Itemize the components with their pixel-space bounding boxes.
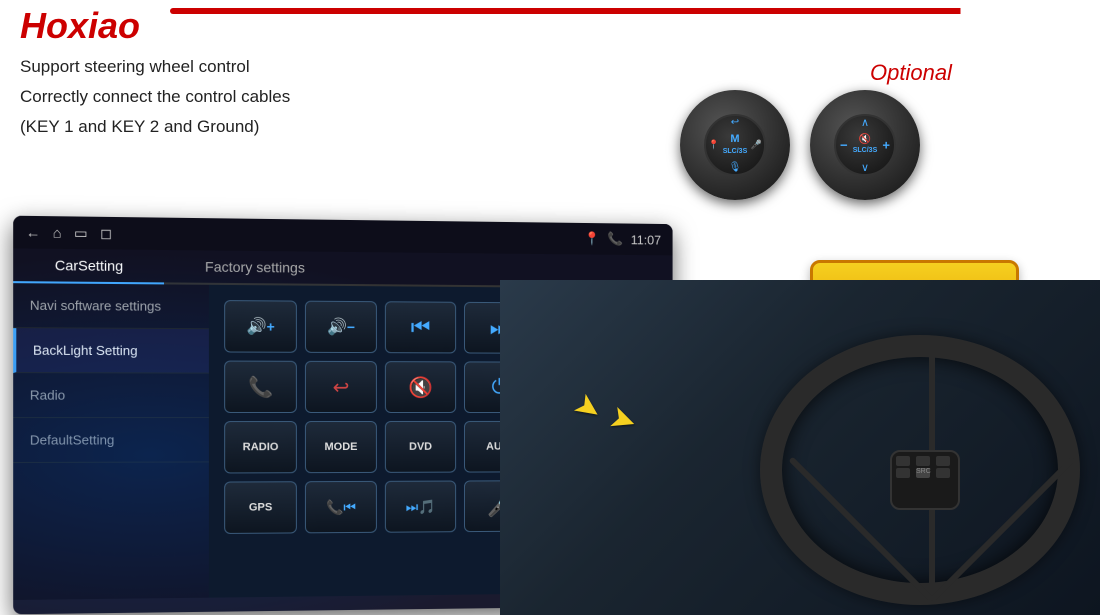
remote-controllers: MSLC/3S ↩ 🎙 📍 🎤 🔇SLC/3S ∧ ∨ − [680,90,920,200]
controller-2-inner: 🔇SLC/3S ∧ ∨ − + [834,114,896,176]
btn-gps[interactable]: GPS [224,481,297,534]
steering-wheel-container: SRC [500,280,1100,615]
tab-factory-settings[interactable]: Factory settings [164,250,345,286]
sw-hub-btn [896,456,910,466]
btn-prev-track[interactable]: ⏮ [385,301,456,353]
sw-hub-btn [936,468,950,478]
status-right: 📍 📞 11:07 [584,231,661,248]
recents-icon[interactable]: ▭ [74,224,88,241]
menu-backlight[interactable]: BackLight Setting [13,328,209,373]
controller-1: MSLC/3S ↩ 🎙 📍 🎤 [680,90,790,200]
btn-hangup[interactable]: ↩ [305,361,377,413]
controller-2: 🔇SLC/3S ∧ ∨ − + [810,90,920,200]
sw-hub-btn [916,456,930,466]
tab-carsetting[interactable]: CarSetting [13,248,164,284]
menu-navi-software[interactable]: Navi software settings [13,283,209,329]
btn-mute[interactable]: 🔇 [385,361,456,413]
sw-hub: SRC [890,450,960,510]
top-progress-bar [170,8,1100,14]
btn-next-call[interactable]: ⏭🎵 [385,481,456,533]
window-icon[interactable]: ◻ [100,224,112,241]
status-icons: ← ⌂ ▭ ◻ [26,224,112,242]
location-icon: 📍 [584,231,600,247]
btn-prev-call[interactable]: 📞⏮ [305,481,377,533]
btn-vol-down[interactable]: 🔊− [305,301,377,353]
time-display: 11:07 [631,232,661,247]
phone-icon: 📞 [607,231,623,247]
btn-mode[interactable]: MODE [305,421,377,473]
sw-hub-btn [936,456,950,466]
brand-logo: Hoxiao [20,5,140,47]
btn-dvd[interactable]: DVD [385,421,456,473]
menu-default-setting[interactable]: DefaultSetting [13,418,209,463]
feature-line-1: Support steering wheel control [20,55,400,79]
home-icon[interactable]: ⌂ [53,224,62,240]
btn-call[interactable]: 📞 [224,361,297,413]
controller-1-inner: MSLC/3S ↩ 🎙 📍 🎤 [704,114,766,176]
btn-vol-up[interactable]: 🔊+ [224,300,297,353]
sw-hub-btn [896,468,910,478]
back-icon[interactable]: ← [26,224,41,241]
optional-label: Optional [870,60,952,86]
feature-description: Support steering wheel control Correctly… [20,55,400,144]
steering-wheel: SRC [760,335,1080,605]
feature-line-3: (KEY 1 and KEY 2 and Ground) [20,115,400,139]
sw-hub-controls: SRC [892,452,958,482]
menu-radio[interactable]: Radio [13,373,209,418]
btn-radio[interactable]: RADIO [224,421,297,473]
feature-line-2: Correctly connect the control cables [20,85,400,109]
screen-menu: Navi software settings BackLight Setting… [13,283,209,600]
